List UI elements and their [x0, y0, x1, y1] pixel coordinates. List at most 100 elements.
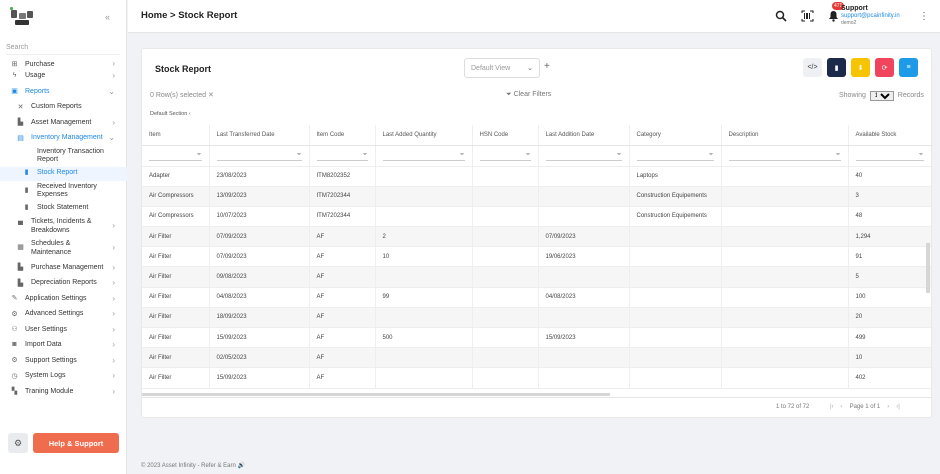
- sidebar-item-support-settings[interactable]: ⚙ Support Settings ›: [0, 353, 127, 369]
- top-header: Home > Stock Report 471 Support support@…: [128, 0, 940, 33]
- company-logo[interactable]: [8, 6, 38, 34]
- column-filter-input[interactable]: ⏷: [316, 151, 368, 161]
- settings-gear-button[interactable]: ⚙: [8, 433, 28, 453]
- column-header[interactable]: Description: [721, 125, 849, 146]
- sidebar-item-inventory-management[interactable]: ▤ Inventory Management ⌄: [0, 130, 127, 146]
- sidebar-item-label: Reports: [25, 87, 50, 95]
- barcode-scan-icon[interactable]: [800, 9, 814, 23]
- help-support-button[interactable]: Help & Support: [33, 433, 119, 453]
- column-header[interactable]: Item: [142, 125, 210, 146]
- table-cell: [629, 246, 722, 268]
- column-header[interactable]: Category: [629, 125, 722, 146]
- sidebar-item-tickets[interactable]: ▀ Tickets, Incidents & Breakdowns ›: [0, 216, 127, 238]
- sidebar-item-stock-statement[interactable]: ▮ Stock Statement: [0, 202, 127, 216]
- column-header[interactable]: Item Code: [309, 125, 376, 146]
- horizontal-scrollbar[interactable]: [142, 393, 610, 396]
- sidebar-item-stock-report[interactable]: ▮ Stock Report: [0, 166, 127, 181]
- table-row[interactable]: Air Filter 07/09/2023 AF 2 07/09/2023 1,294: [142, 226, 931, 248]
- table-cell: [472, 166, 539, 187]
- sidebar-item-usage[interactable]: ϟ Usage ›: [0, 68, 127, 84]
- sidebar-item-advanced-settings[interactable]: ⚙ Advanced Settings ›: [0, 306, 127, 322]
- column-filter-input[interactable]: ⏷: [382, 151, 465, 161]
- table-row[interactable]: Air Compressors 10/07/2023 ITM7202344 Const…: [142, 206, 931, 228]
- vertical-scrollbar[interactable]: [926, 243, 930, 293]
- user-menu[interactable]: Support support@pcainfinity.in demo2: [841, 5, 900, 26]
- column-settings-button[interactable]: ≡: [899, 58, 918, 77]
- filter-funnel-icon[interactable]: ⏷: [460, 152, 465, 159]
- sidebar-item-purchase[interactable]: ⊞ Purchase ›: [0, 60, 127, 68]
- clear-filters-button[interactable]: ⏷ Clear Filters: [506, 91, 551, 99]
- refresh-icon: ⟳: [881, 64, 888, 72]
- table-cell: Laptops: [629, 166, 722, 187]
- table-cell: AF: [309, 226, 376, 248]
- column-header[interactable]: Last Transferred Date: [209, 125, 310, 146]
- table-cell: [472, 226, 539, 248]
- section-label[interactable]: Default Section ‹: [150, 111, 191, 117]
- sidebar-item-reports[interactable]: ▣ Reports ⌄: [0, 84, 127, 100]
- sidebar-item-import-data[interactable]: ◙ Import Data ›: [0, 337, 127, 353]
- sidebar-search-input[interactable]: Search: [6, 44, 120, 55]
- filter-funnel-icon[interactable]: ⏷: [709, 152, 714, 159]
- sidebar-item-application-settings[interactable]: ✎ Application Settings ›: [0, 291, 127, 307]
- table-row[interactable]: Air Filter 02/05/2023 AF 10: [142, 347, 931, 369]
- table-cell: [472, 266, 539, 288]
- table-row[interactable]: Air Filter 18/09/2023 AF 20: [142, 307, 931, 329]
- download-button[interactable]: ⬇: [851, 58, 870, 77]
- column-header[interactable]: HSN Code: [472, 125, 539, 146]
- chevron-right-icon: ›: [112, 355, 115, 365]
- last-page-icon[interactable]: ›|: [896, 404, 900, 410]
- notification-bell-icon[interactable]: 471: [826, 2, 845, 23]
- table-row[interactable]: Air Filter 15/09/2023 AF 402: [142, 367, 931, 389]
- sidebar-item-purchase-management[interactable]: ▙ Purchase Management ›: [0, 260, 127, 276]
- records-per-page-select[interactable]: 100: [869, 91, 894, 101]
- add-view-icon[interactable]: +: [544, 61, 550, 72]
- column-filter-input[interactable]: ⏷: [149, 151, 202, 161]
- filter-funnel-icon[interactable]: ⏷: [836, 152, 841, 159]
- more-options-icon[interactable]: ⋮: [919, 11, 929, 22]
- sidebar-item-inventory-transaction-report[interactable]: Inventory Transaction Report: [0, 146, 127, 167]
- column-filter-input[interactable]: ⏷: [479, 151, 531, 161]
- code-view-button[interactable]: </>: [803, 58, 822, 77]
- sidebar-item-depreciation-reports[interactable]: ▙ Depreciation Reports ›: [0, 275, 127, 291]
- collapse-sidebar-icon[interactable]: «: [105, 12, 110, 22]
- sidebar-item-training-module[interactable]: ▚ Traning Module ›: [0, 384, 127, 400]
- search-icon[interactable]: [774, 9, 788, 23]
- column-filter-input[interactable]: ⏷: [728, 151, 841, 161]
- filter-funnel-icon[interactable]: ⏷: [526, 152, 531, 159]
- table-row[interactable]: Air Filter 04/08/2023 AF 99 04/08/2023 100: [142, 287, 931, 308]
- table-cell: [472, 327, 539, 349]
- filter-funnel-icon[interactable]: ⏷: [197, 152, 202, 159]
- column-filter-input[interactable]: ⏷: [216, 151, 302, 161]
- sidebar-item-schedules[interactable]: ▦ Schedules & Maintenance ›: [0, 238, 127, 260]
- view-select-dropdown[interactable]: Default View ⌄: [464, 58, 540, 78]
- sidebar-item-system-logs[interactable]: ◷ System Logs ›: [0, 368, 127, 384]
- table-row[interactable]: Air Filter 07/09/2023 AF 10 19/06/2023 91: [142, 246, 931, 268]
- column-header[interactable]: Available Stock: [848, 125, 931, 146]
- copyright-footer: © 2023 Asset Infinity - Refer & Earn 🔊: [141, 463, 245, 469]
- table-row[interactable]: Air Filter 15/09/2023 AF 500 15/09/2023 499: [142, 327, 931, 349]
- table-row[interactable]: Adapter 23/08/2023 ITM8202352 Laptops 40: [142, 166, 931, 187]
- sidebar-item-user-settings[interactable]: ⚇ User Settings ›: [0, 322, 127, 338]
- column-filter-input[interactable]: ⏷: [545, 151, 622, 161]
- filter-funnel-icon[interactable]: ⏷: [617, 152, 622, 159]
- filter-funnel-icon[interactable]: ⏷: [297, 152, 302, 159]
- table-cell: [721, 226, 849, 248]
- filter-funnel-icon[interactable]: ⏷: [363, 152, 368, 159]
- first-page-icon[interactable]: |‹: [830, 404, 834, 410]
- sidebar-item-received-inventory-expenses[interactable]: ▮ Received Inventory Expenses: [0, 181, 127, 202]
- clear-selection-icon[interactable]: ✕: [208, 92, 214, 99]
- filter-funnel-icon[interactable]: ⏷: [919, 152, 924, 159]
- column-header[interactable]: Last Added Quantity: [375, 125, 473, 146]
- sidebar-item-custom-reports[interactable]: ✕ Custom Reports: [0, 99, 127, 115]
- refresh-button[interactable]: ⟳: [875, 58, 894, 77]
- column-filter-input[interactable]: ⏷: [855, 151, 924, 161]
- column-filter-input[interactable]: ⏷: [636, 151, 714, 161]
- table-row[interactable]: Air Filter 09/08/2023 AF 5: [142, 266, 931, 288]
- table-cell: [629, 287, 722, 308]
- table-row[interactable]: Air Compressors 13/09/2023 ITM7202344 Const…: [142, 186, 931, 207]
- sidebar-item-asset-management[interactable]: ▙ Asset Management ›: [0, 115, 127, 131]
- next-page-icon[interactable]: ›: [887, 404, 889, 410]
- pdf-export-button[interactable]: ▮: [827, 58, 846, 77]
- column-header[interactable]: Last Addition Date: [538, 125, 630, 146]
- prev-page-icon[interactable]: ‹: [841, 404, 843, 410]
